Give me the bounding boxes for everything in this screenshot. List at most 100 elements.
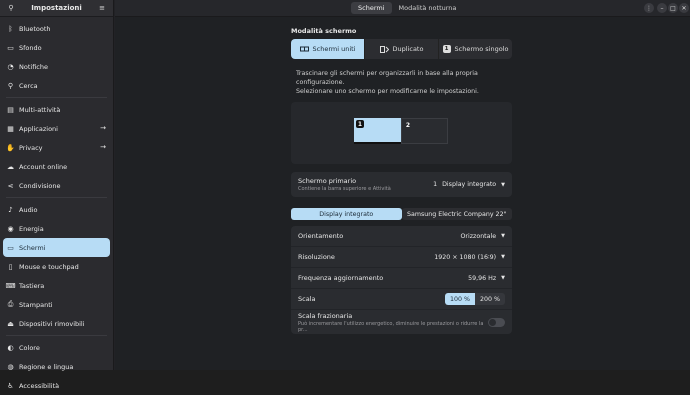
mode-joined-label: Schermi uniti — [312, 45, 356, 53]
fractional-scale-toggle[interactable] — [487, 317, 505, 327]
menu-icon[interactable]: ⋮ — [644, 3, 654, 13]
refresh-rate-label: Frequenza aggiornamento — [298, 274, 384, 282]
power-icon: ◉ — [7, 224, 14, 233]
sidebar-item-regione-e-lingua[interactable]: ◍ Regione e lingua — [3, 357, 110, 376]
sidebar-item-label: Applicazioni — [19, 124, 58, 133]
mode-joined-button[interactable]: Schermi uniti — [291, 39, 364, 59]
main-panel: Schermi Modalità notturna ⋮ – □ ✕ Modali… — [115, 0, 690, 370]
keyboard-icon: ⌨ — [5, 281, 16, 290]
primary-display-number: 1 — [433, 181, 438, 188]
arrange-description: Trascinare gli schermi per organizzarli … — [291, 69, 512, 96]
tab-modalita-notturna[interactable]: Modalità notturna — [392, 2, 464, 14]
arrow-right-icon: → — [100, 124, 106, 132]
sidebar-item-label: Audio — [19, 205, 38, 214]
mirror-displays-icon — [379, 45, 389, 53]
sidebar-item-label: Sfondo — [19, 43, 42, 52]
close-icon[interactable]: ✕ — [679, 3, 689, 13]
sidebar-item-label: Mouse e touchpad — [19, 262, 79, 271]
sidebar-item-dispositivi-rimovibili[interactable]: ⏏ Dispositivi rimovibili — [3, 314, 110, 333]
scale-label: Scala — [298, 295, 316, 303]
primary-display-row[interactable]: Schermo primario Contiene la barra super… — [291, 172, 512, 197]
sidebar-item-schermi[interactable]: ▭ Schermi — [3, 238, 110, 257]
sidebar-item-multi-attivit-[interactable]: ▤ Multi-attività — [3, 100, 110, 119]
sidebar-item-energia[interactable]: ◉ Energia — [3, 219, 110, 238]
sidebar-title: Impostazioni — [31, 4, 82, 12]
refresh-rate-value: 59,96 Hz — [468, 274, 497, 282]
sidebar-item-privacy[interactable]: ✋ Privacy → — [3, 138, 110, 157]
sidebar-item-account-online[interactable]: ☁ Account online — [3, 157, 110, 176]
sidebar-item-notifiche[interactable]: ◔ Notifiche — [3, 57, 110, 76]
chevron-down-icon: ▼ — [501, 181, 505, 188]
sidebar-item-mouse-e-touchpad[interactable]: ▯ Mouse e touchpad — [3, 257, 110, 276]
resolution-row[interactable]: Risoluzione 1920 × 1080 (16∶9) ▼ — [291, 247, 512, 268]
sidebar-item-label: Tastiera — [19, 281, 45, 290]
primary-display-card: Schermo primario Contiene la barra super… — [291, 172, 512, 197]
sidebar-item-label: Stampanti — [19, 300, 53, 309]
hand-icon: ✋ — [6, 143, 15, 152]
sidebar-item-label: Colore — [19, 343, 40, 352]
sidebar-item-stampanti[interactable]: ⎙ Stampanti — [3, 295, 110, 314]
sidebar-item-label: Notifiche — [19, 62, 48, 71]
sidebar-header: ⚲ Impostazioni ≡ — [0, 0, 113, 17]
display-icon: ▭ — [7, 243, 14, 252]
chevron-down-icon: ▼ — [501, 254, 505, 260]
sidebar-item-audio[interactable]: ♪ Audio — [3, 200, 110, 219]
sidebar-item-label: Regione e lingua — [19, 362, 74, 371]
sidebar-item-label: Cerca — [19, 81, 38, 90]
primary-display-label: Schermo primario — [298, 177, 357, 185]
color-icon: ◐ — [7, 343, 14, 352]
mouse-icon: ▯ — [8, 262, 13, 271]
wallpaper-icon: ▭ — [7, 43, 14, 52]
fractional-scale-label: Scala frazionaria — [298, 311, 353, 320]
sidebar-item-condivisione[interactable]: ⋖ Condivisione — [3, 176, 110, 195]
resolution-label: Risoluzione — [298, 253, 335, 261]
sidebar-item-bluetooth[interactable]: ᛒ Bluetooth — [3, 19, 110, 38]
speaker-icon: ♪ — [8, 205, 13, 214]
usb-icon: ⏏ — [7, 319, 14, 328]
sidebar-item-accessibilit-[interactable]: ♿ Accessibilità — [3, 376, 110, 395]
sidebar-item-label: Energia — [19, 224, 44, 233]
display-settings-card: Orientamento Orizzontale ▼ Risoluzione 19… — [291, 226, 512, 334]
arrow-right-icon: → — [100, 143, 106, 151]
orientation-value: Orizzontale — [460, 232, 497, 240]
sidebar-item-applicazioni[interactable]: ▦ Applicazioni → — [3, 119, 110, 138]
mode-single-button[interactable]: 1 Schermo singolo — [438, 39, 512, 59]
fractional-scale-sub: Può incrementare l'utilizzo energetico, … — [298, 320, 484, 333]
sidebar-item-sfondo[interactable]: ▭ Sfondo — [3, 38, 110, 57]
section-title-mode: Modalità schermo — [291, 27, 357, 35]
mode-mirror-button[interactable]: Duplicato — [364, 39, 438, 59]
scale-200-button[interactable]: 200 % — [475, 293, 505, 305]
refresh-rate-row[interactable]: Frequenza aggiornamento 59,96 Hz ▼ — [291, 268, 512, 289]
minimize-icon[interactable]: – — [657, 3, 667, 13]
sidebar-item-cerca[interactable]: ⚲ Cerca — [3, 76, 110, 95]
tab-samsung[interactable]: Samsung Electric Company 22" — [401, 208, 512, 220]
sidebar-item-tastiera[interactable]: ⌨ Tastiera — [3, 276, 110, 295]
bluetooth-icon: ᛒ — [8, 24, 13, 33]
monitor-1[interactable]: 1 — [354, 118, 401, 144]
chevron-down-icon: ▼ — [501, 233, 505, 239]
tab-display-integrato[interactable]: Display integrato — [291, 208, 402, 220]
hamburger-menu-icon[interactable]: ≡ — [97, 3, 107, 13]
mode-selector: Schermi uniti Duplicato 1 Schermo singol… — [291, 39, 512, 59]
sidebar-item-colore[interactable]: ◐ Colore — [3, 338, 110, 357]
apps-icon: ▦ — [7, 124, 14, 133]
search-icon[interactable]: ⚲ — [6, 3, 16, 13]
header-bar: Schermi Modalità notturna ⋮ – □ ✕ — [115, 0, 690, 17]
tab-schermi[interactable]: Schermi — [351, 2, 392, 14]
chevron-down-icon: ▼ — [501, 275, 505, 281]
share-icon: ⋖ — [7, 181, 14, 190]
display-arrangement: 1 2 — [291, 102, 512, 164]
monitor-2[interactable]: 2 — [401, 118, 448, 144]
sidebar: ⚲ Impostazioni ≡ ᛒ Bluetooth ▭ Sfondo ◔ Notif… — [0, 0, 114, 390]
scale-100-button[interactable]: 100 % — [445, 293, 475, 305]
orientation-row[interactable]: Orientamento Orizzontale ▼ — [291, 226, 512, 247]
resolution-value: 1920 × 1080 (16∶9) — [434, 253, 497, 261]
maximize-icon[interactable]: □ — [668, 3, 678, 13]
sidebar-item-label: Bluetooth — [19, 24, 51, 33]
desc-line-1: Trascinare gli schermi per organizzarli … — [296, 70, 478, 86]
joined-displays-icon — [299, 46, 309, 53]
sidebar-separator — [6, 197, 107, 198]
mode-single-label: Schermo singolo — [454, 45, 509, 53]
multitasking-icon: ▤ — [7, 105, 14, 114]
sidebar-list: ᛒ Bluetooth ▭ Sfondo ◔ Notifiche ⚲ Cerca ▤ Multi-… — [0, 17, 113, 395]
